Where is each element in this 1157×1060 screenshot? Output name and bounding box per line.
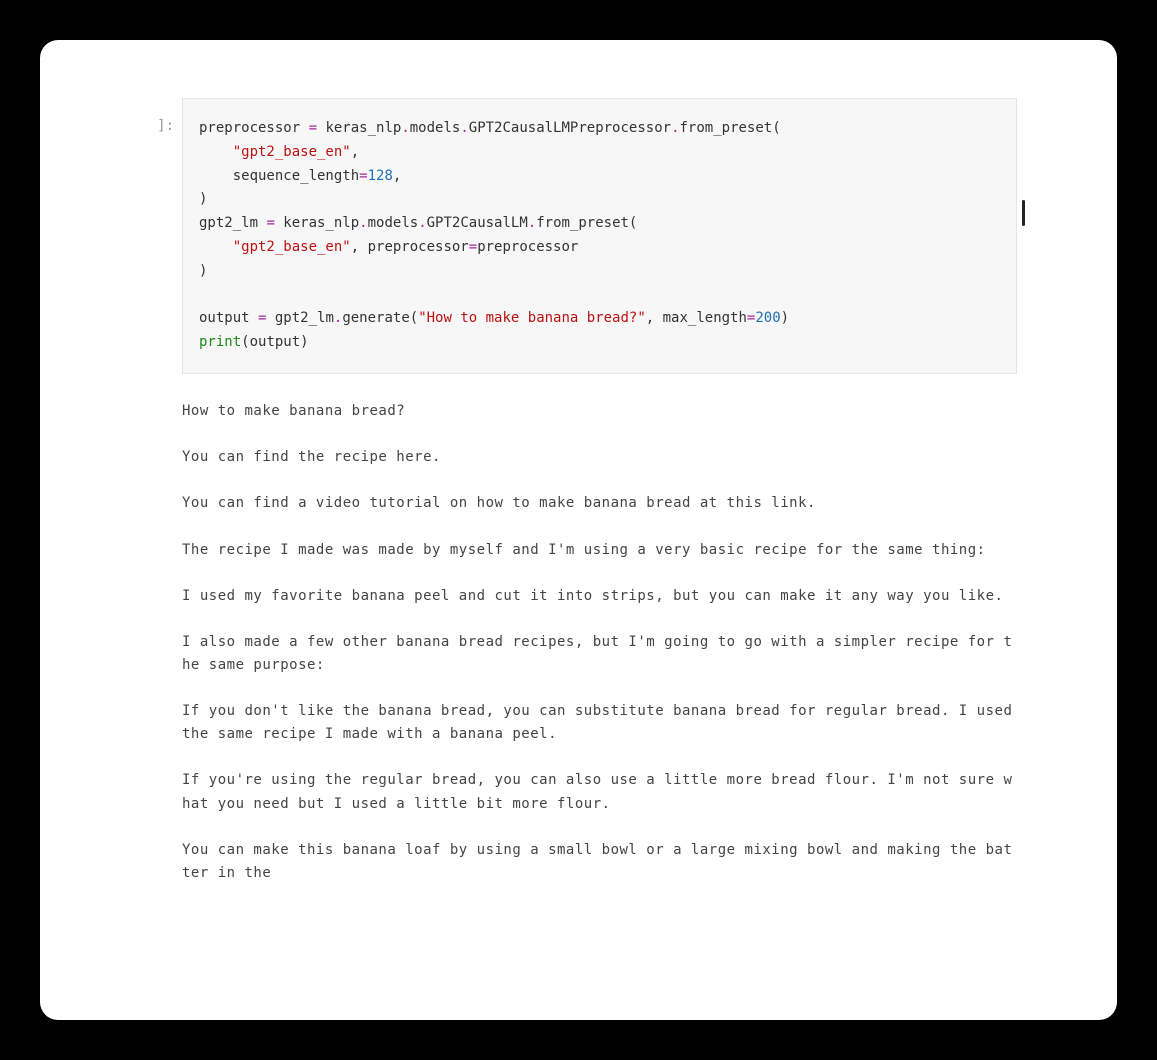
code-line-7: ) — [199, 263, 207, 279]
code-line-4: ) — [199, 191, 207, 207]
code-line-2: "gpt2_base_en", — [199, 144, 359, 160]
code-cell: ]: preprocessor = keras_nlp.models.GPT2C… — [40, 98, 1117, 374]
scrollbar-thumb-icon[interactable] — [1022, 200, 1025, 226]
code-line-6: "gpt2_base_en", preprocessor=preprocesso… — [199, 239, 578, 255]
code-line-1: preprocessor = keras_nlp.models.GPT2Caus… — [199, 120, 781, 136]
code-input[interactable]: preprocessor = keras_nlp.models.GPT2Caus… — [182, 98, 1017, 374]
code-line-8: output = gpt2_lm.generate("How to make b… — [199, 310, 789, 326]
cell-output: How to make banana bread? You can find t… — [182, 400, 1017, 885]
code-line-3: sequence_length=128, — [199, 168, 401, 184]
code-line-5: gpt2_lm = keras_nlp.models.GPT2CausalLM.… — [199, 215, 637, 231]
code-line-9: print(output) — [199, 334, 309, 350]
notebook-page: ]: preprocessor = keras_nlp.models.GPT2C… — [40, 40, 1117, 1020]
input-prompt: ]: — [100, 98, 182, 134]
